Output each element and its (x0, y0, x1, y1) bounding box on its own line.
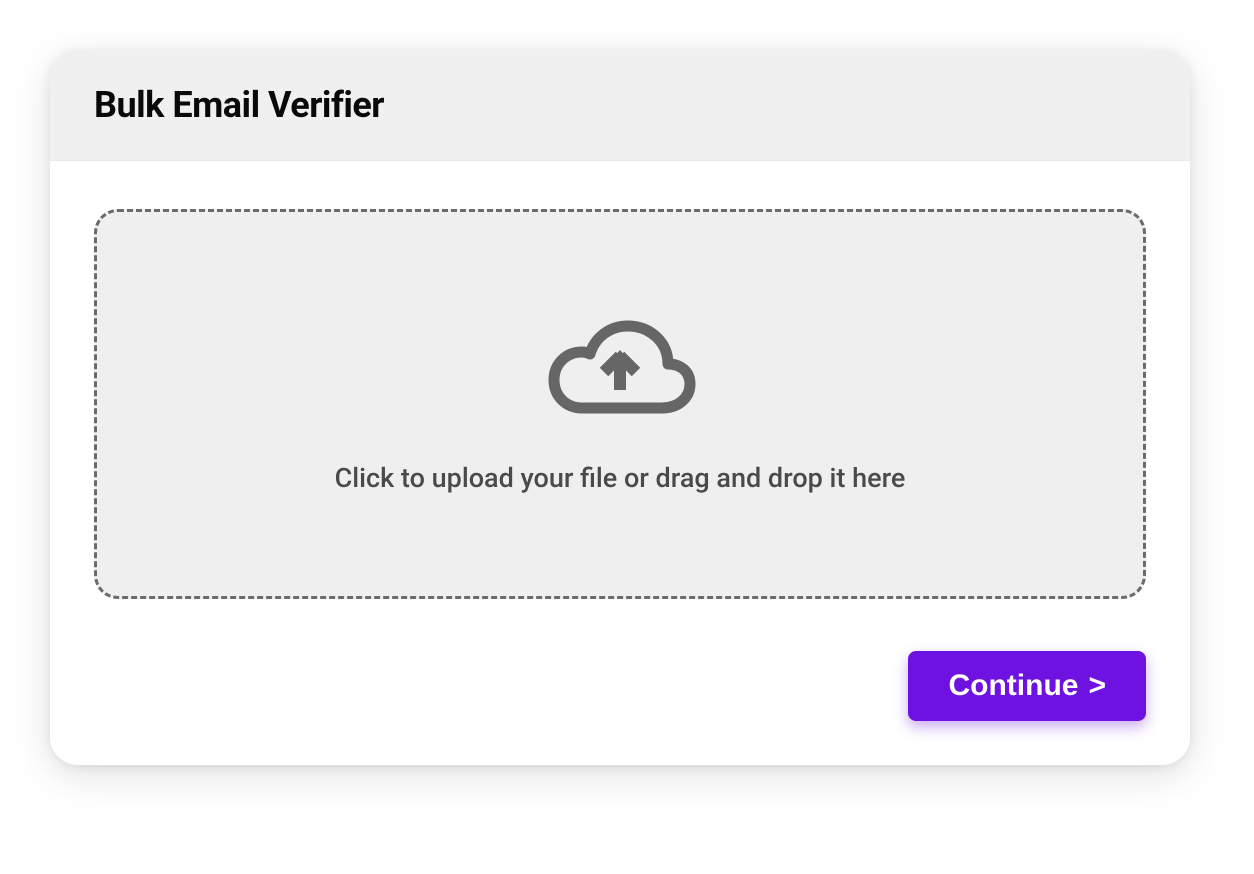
page-title: Bulk Email Verifier (94, 84, 1146, 126)
continue-button[interactable]: Continue > (908, 651, 1146, 721)
dropzone-instruction: Click to upload your file or drag and dr… (335, 462, 906, 494)
actions-row: Continue > (94, 651, 1146, 721)
continue-label: Continue (948, 669, 1078, 703)
cloud-upload-icon (540, 314, 700, 424)
card-header: Bulk Email Verifier (50, 50, 1190, 161)
file-dropzone[interactable]: Click to upload your file or drag and dr… (94, 209, 1146, 599)
chevron-right-icon: > (1088, 669, 1106, 703)
verifier-card: Bulk Email Verifier Click to upload your… (50, 50, 1190, 765)
card-body: Click to upload your file or drag and dr… (50, 161, 1190, 765)
